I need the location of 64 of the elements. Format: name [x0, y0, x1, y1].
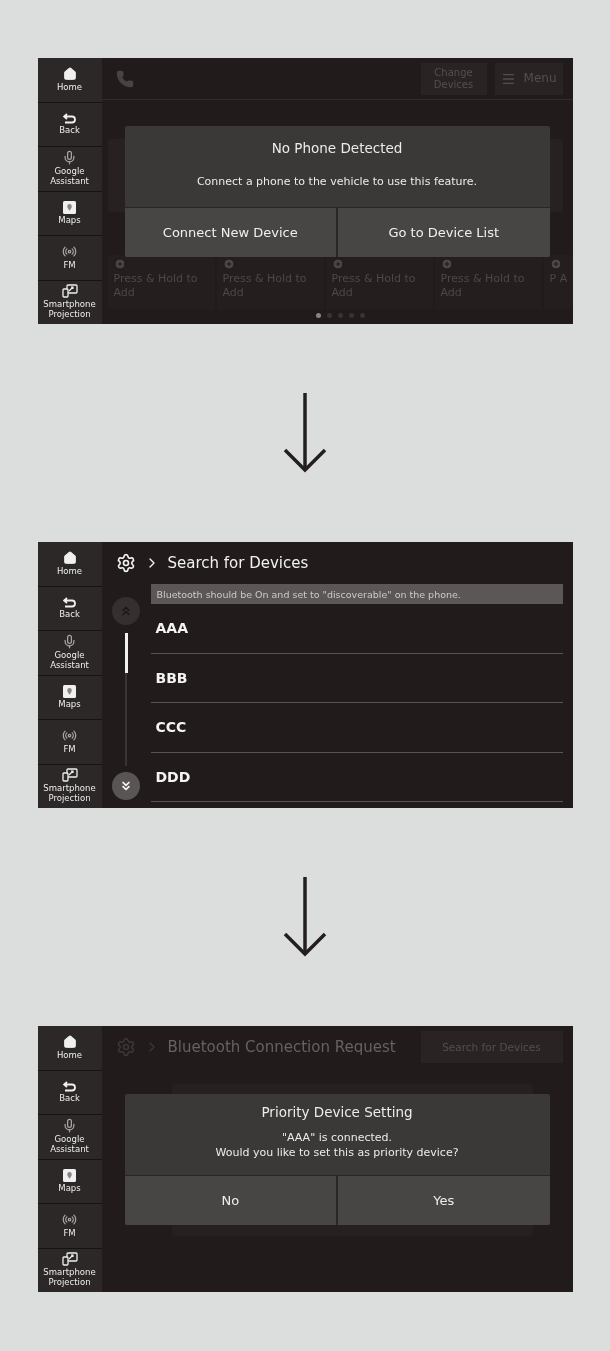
add-icon — [440, 258, 453, 270]
home-icon — [62, 66, 77, 81]
map-pin-icon — [63, 684, 76, 698]
page-dot[interactable] — [337, 313, 343, 318]
device-row[interactable]: BBB — [150, 653, 563, 703]
add-icon — [113, 258, 126, 270]
sidebar-item[interactable]: FM — [37, 1204, 102, 1248]
settings-icon — [115, 1037, 136, 1057]
sidebar-item[interactable]: Back — [37, 586, 102, 630]
device-row[interactable]: DDD — [150, 752, 563, 802]
back-icon — [62, 1080, 77, 1092]
phone-icon — [115, 69, 134, 88]
add-icon — [549, 258, 562, 270]
sidebar-item[interactable]: Home — [37, 58, 102, 102]
microphone-icon — [62, 634, 77, 650]
sidebar-item[interactable]: Maps — [37, 675, 102, 719]
sidebar-item[interactable]: FM — [37, 236, 102, 280]
dialog-message: "AAA" is connected. Would you like to set this as priority device? — [215, 1131, 459, 1162]
dialog-message: Connect a phone to the vehicle to use this feature. — [196, 174, 478, 190]
home-icon — [62, 550, 77, 565]
device-row[interactable]: AAA — [150, 604, 563, 654]
page-title: Search for Devices — [167, 554, 309, 572]
sidebar-item[interactable]: Back — [37, 1070, 102, 1114]
page-dot[interactable] — [326, 313, 332, 318]
map-pin-icon — [63, 200, 76, 214]
sidebar-item[interactable]: Smartphone Projection — [37, 1248, 102, 1292]
add-icon — [331, 258, 344, 270]
sidebar-item[interactable]: Home — [37, 542, 102, 586]
page-dot[interactable] — [348, 313, 354, 318]
dialog-button[interactable]: Connect New Device — [124, 208, 336, 257]
microphone-icon — [62, 1118, 77, 1134]
screen-mirroring-icon — [61, 1252, 78, 1267]
home-icon — [62, 1034, 77, 1049]
map-pin-icon — [63, 1168, 76, 1182]
back-icon — [62, 596, 77, 608]
sidebar-item[interactable]: Google Assistant — [37, 1115, 102, 1159]
sidebar-item[interactable]: Google Assistant — [37, 631, 102, 675]
microphone-icon — [62, 150, 77, 166]
scroll-down-button[interactable] — [112, 772, 140, 800]
page-dot[interactable] — [315, 313, 321, 318]
dialog-title: No Phone Detected — [271, 139, 403, 156]
notice-bar: Bluetooth should be On and set to "discoverable" on the phone. — [150, 584, 563, 604]
screen-mirroring-icon — [61, 768, 78, 783]
scroll-thumb[interactable] — [124, 633, 128, 673]
dialog-button[interactable]: Go to Device List — [338, 208, 550, 257]
sidebar-item[interactable]: Maps — [37, 191, 102, 235]
device-row[interactable]: CCC — [150, 703, 563, 753]
back-icon — [62, 112, 77, 124]
page-dot[interactable] — [359, 313, 365, 318]
page-title: Bluetooth Connection Request — [167, 1038, 396, 1056]
sidebar-item[interactable]: Home — [37, 1026, 102, 1070]
dialog-button[interactable]: No — [124, 1176, 336, 1225]
sidebar-item[interactable]: Maps — [37, 1159, 102, 1203]
sidebar-item[interactable]: Google Assistant — [37, 147, 102, 191]
sidebar-item[interactable]: FM — [37, 720, 102, 764]
dialog-button[interactable]: Yes — [338, 1176, 550, 1225]
sidebar-item[interactable]: Smartphone Projection — [37, 280, 102, 324]
chevrons-down-icon — [119, 779, 133, 793]
screen-mirroring-icon — [61, 284, 78, 299]
sidebar-item[interactable]: Smartphone Projection — [37, 764, 102, 808]
add-icon — [222, 258, 235, 270]
sidebar-item[interactable]: Back — [37, 102, 102, 146]
dialog-title: Priority Device Setting — [261, 1103, 413, 1120]
settings-icon — [115, 553, 136, 573]
